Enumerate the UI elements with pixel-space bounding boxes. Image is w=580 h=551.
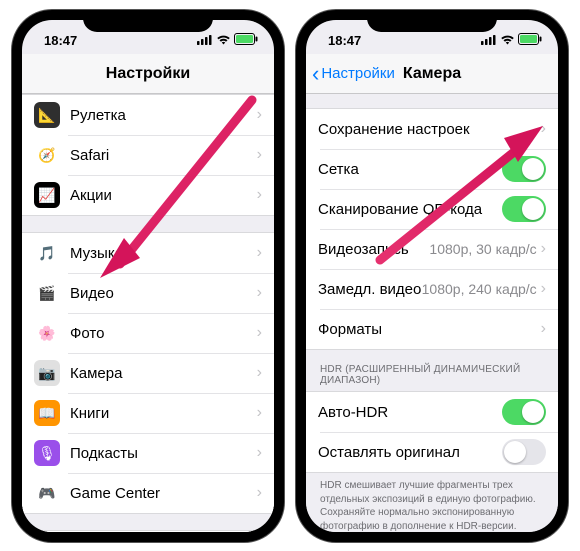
battery-icon [518,33,542,48]
chevron-left-icon: ‹ [312,63,319,85]
settings-row-formats[interactable]: Форматы› [306,309,558,349]
row-label: Камера [70,365,257,382]
back-button[interactable]: ‹ Настройки [312,63,395,85]
row-label: Акции [70,187,257,204]
row-label: Сетка [318,161,502,178]
chevron-right-icon: › [541,120,546,138]
signal-icon [197,33,213,48]
books-icon: 📖 [34,400,60,426]
chevron-right-icon: › [257,284,262,302]
chevron-right-icon: › [257,444,262,462]
settings-row-record-video[interactable]: Видеозапись1080p, 30 кадр/с › [306,229,558,269]
chevron-right-icon: › [257,404,262,422]
settings-list[interactable]: 📐Рулетка›🧭Safari›📈Акции›🎵Музыка›🎬Видео›🌸… [22,94,274,532]
row-label: Game Center [70,485,257,502]
row-label: Форматы [318,321,541,338]
row-detail: 1080p, 30 кадр/с [429,241,536,257]
row-label: Подкасты [70,445,257,462]
row-label: Оставлять оригинал [318,444,502,461]
video-icon: 🎬 [34,280,60,306]
settings-row-video[interactable]: 🎬 Видео› [22,273,274,313]
settings-row-camera[interactable]: 📷 Камера› [22,353,274,393]
scan-qr-toggle[interactable] [502,196,546,222]
chevron-right-icon: › [257,364,262,382]
settings-row-navigator[interactable]: ➤Навигатор› [22,531,274,532]
status-time: 18:47 [328,33,361,48]
photos-icon: 🌸 [34,320,60,346]
header-right: ‹ Настройки Камера [306,54,558,94]
settings-row-photos[interactable]: 🌸 Фото› [22,313,274,353]
settings-row-books[interactable]: 📖 Книги› [22,393,274,433]
wifi-icon [500,33,515,48]
page-title: Камера [403,65,461,83]
podcasts-icon: 🎙 [34,440,60,466]
camera-icon: 📷 [34,360,60,386]
chevron-right-icon: › [257,146,262,164]
chevron-right-icon: › [257,324,262,342]
safari-icon: 🧭 [34,142,60,168]
row-label: Сканирование QR-кода [318,201,502,218]
status-time: 18:47 [44,33,77,48]
chevron-right-icon: › [541,320,546,338]
chevron-right-icon: › [541,280,546,298]
battery-icon [234,33,258,48]
row-label: Safari [70,147,257,164]
settings-row-safari[interactable]: 🧭 Safari› [22,135,274,175]
row-detail: 1080p, 240 кадр/с [422,281,537,297]
grid-toggle[interactable] [502,156,546,182]
row-label: Видеозапись [318,241,429,258]
settings-row-scan-qr[interactable]: Сканирование QR-кода [306,189,558,229]
roulette-icon: 📐 [34,102,60,128]
row-label: Авто-HDR [318,404,502,421]
chevron-right-icon: › [257,106,262,124]
screen-right: 18:47 ‹ Настройки Камера Сохранение наст… [306,20,558,532]
row-label: Книги [70,405,257,422]
settings-row-grid[interactable]: Сетка [306,149,558,189]
auto-hdr-toggle[interactable] [502,399,546,425]
settings-row-roulette[interactable]: 📐 Рулетка› [22,95,274,135]
row-label: Замедл. видео [318,281,422,298]
section-footer: HDR смешивает лучшие фрагменты трех отде… [306,473,558,532]
phone-right: 18:47 ‹ Настройки Камера Сохранение наст… [296,10,568,542]
notch [367,10,497,32]
notch [83,10,213,32]
screen-left: 18:47 Настройки 📐Рулетка›🧭Safari›📈Акции›… [22,20,274,532]
settings-row-slo-mo[interactable]: Замедл. видео1080p, 240 кадр/с› [306,269,558,309]
signal-icon [481,33,497,48]
row-label: Рулетка [70,107,257,124]
header-left: Настройки [22,54,274,94]
status-icons [481,33,542,48]
settings-row-preserve-settings[interactable]: Сохранение настроек› [306,109,558,149]
settings-row-podcasts[interactable]: 🎙 Подкасты› [22,433,274,473]
row-label: Фото [70,325,257,342]
chevron-right-icon: › [541,240,546,258]
chevron-right-icon: › [257,244,262,262]
chevron-right-icon: › [257,186,262,204]
row-label: Видео [70,285,257,302]
page-title: Настройки [106,65,190,83]
settings-row-keep-normal[interactable]: Оставлять оригинал [306,432,558,472]
phone-left: 18:47 Настройки 📐Рулетка›🧭Safari›📈Акции›… [12,10,284,542]
settings-row-music[interactable]: 🎵 Музыка› [22,233,274,273]
row-label: Музыка [70,245,257,262]
stocks-icon: 📈 [34,182,60,208]
settings-row-gamecenter[interactable]: 🎮 Game Center› [22,473,274,513]
section-header: HDR (РАСШИРЕННЫЙ ДИНАМИЧЕСКИЙ ДИАПАЗОН) [306,350,558,391]
music-icon: 🎵 [34,240,60,266]
row-label: Сохранение настроек [318,121,541,138]
status-icons [197,33,258,48]
keep-normal-toggle[interactable] [502,439,546,465]
wifi-icon [216,33,231,48]
back-label: Настройки [321,65,395,82]
settings-row-auto-hdr[interactable]: Авто-HDR [306,392,558,432]
chevron-right-icon: › [257,484,262,502]
gamecenter-icon: 🎮 [34,480,60,506]
settings-row-stocks[interactable]: 📈 Акции› [22,175,274,215]
camera-settings-list[interactable]: Сохранение настроек›СеткаСканирование QR… [306,94,558,532]
